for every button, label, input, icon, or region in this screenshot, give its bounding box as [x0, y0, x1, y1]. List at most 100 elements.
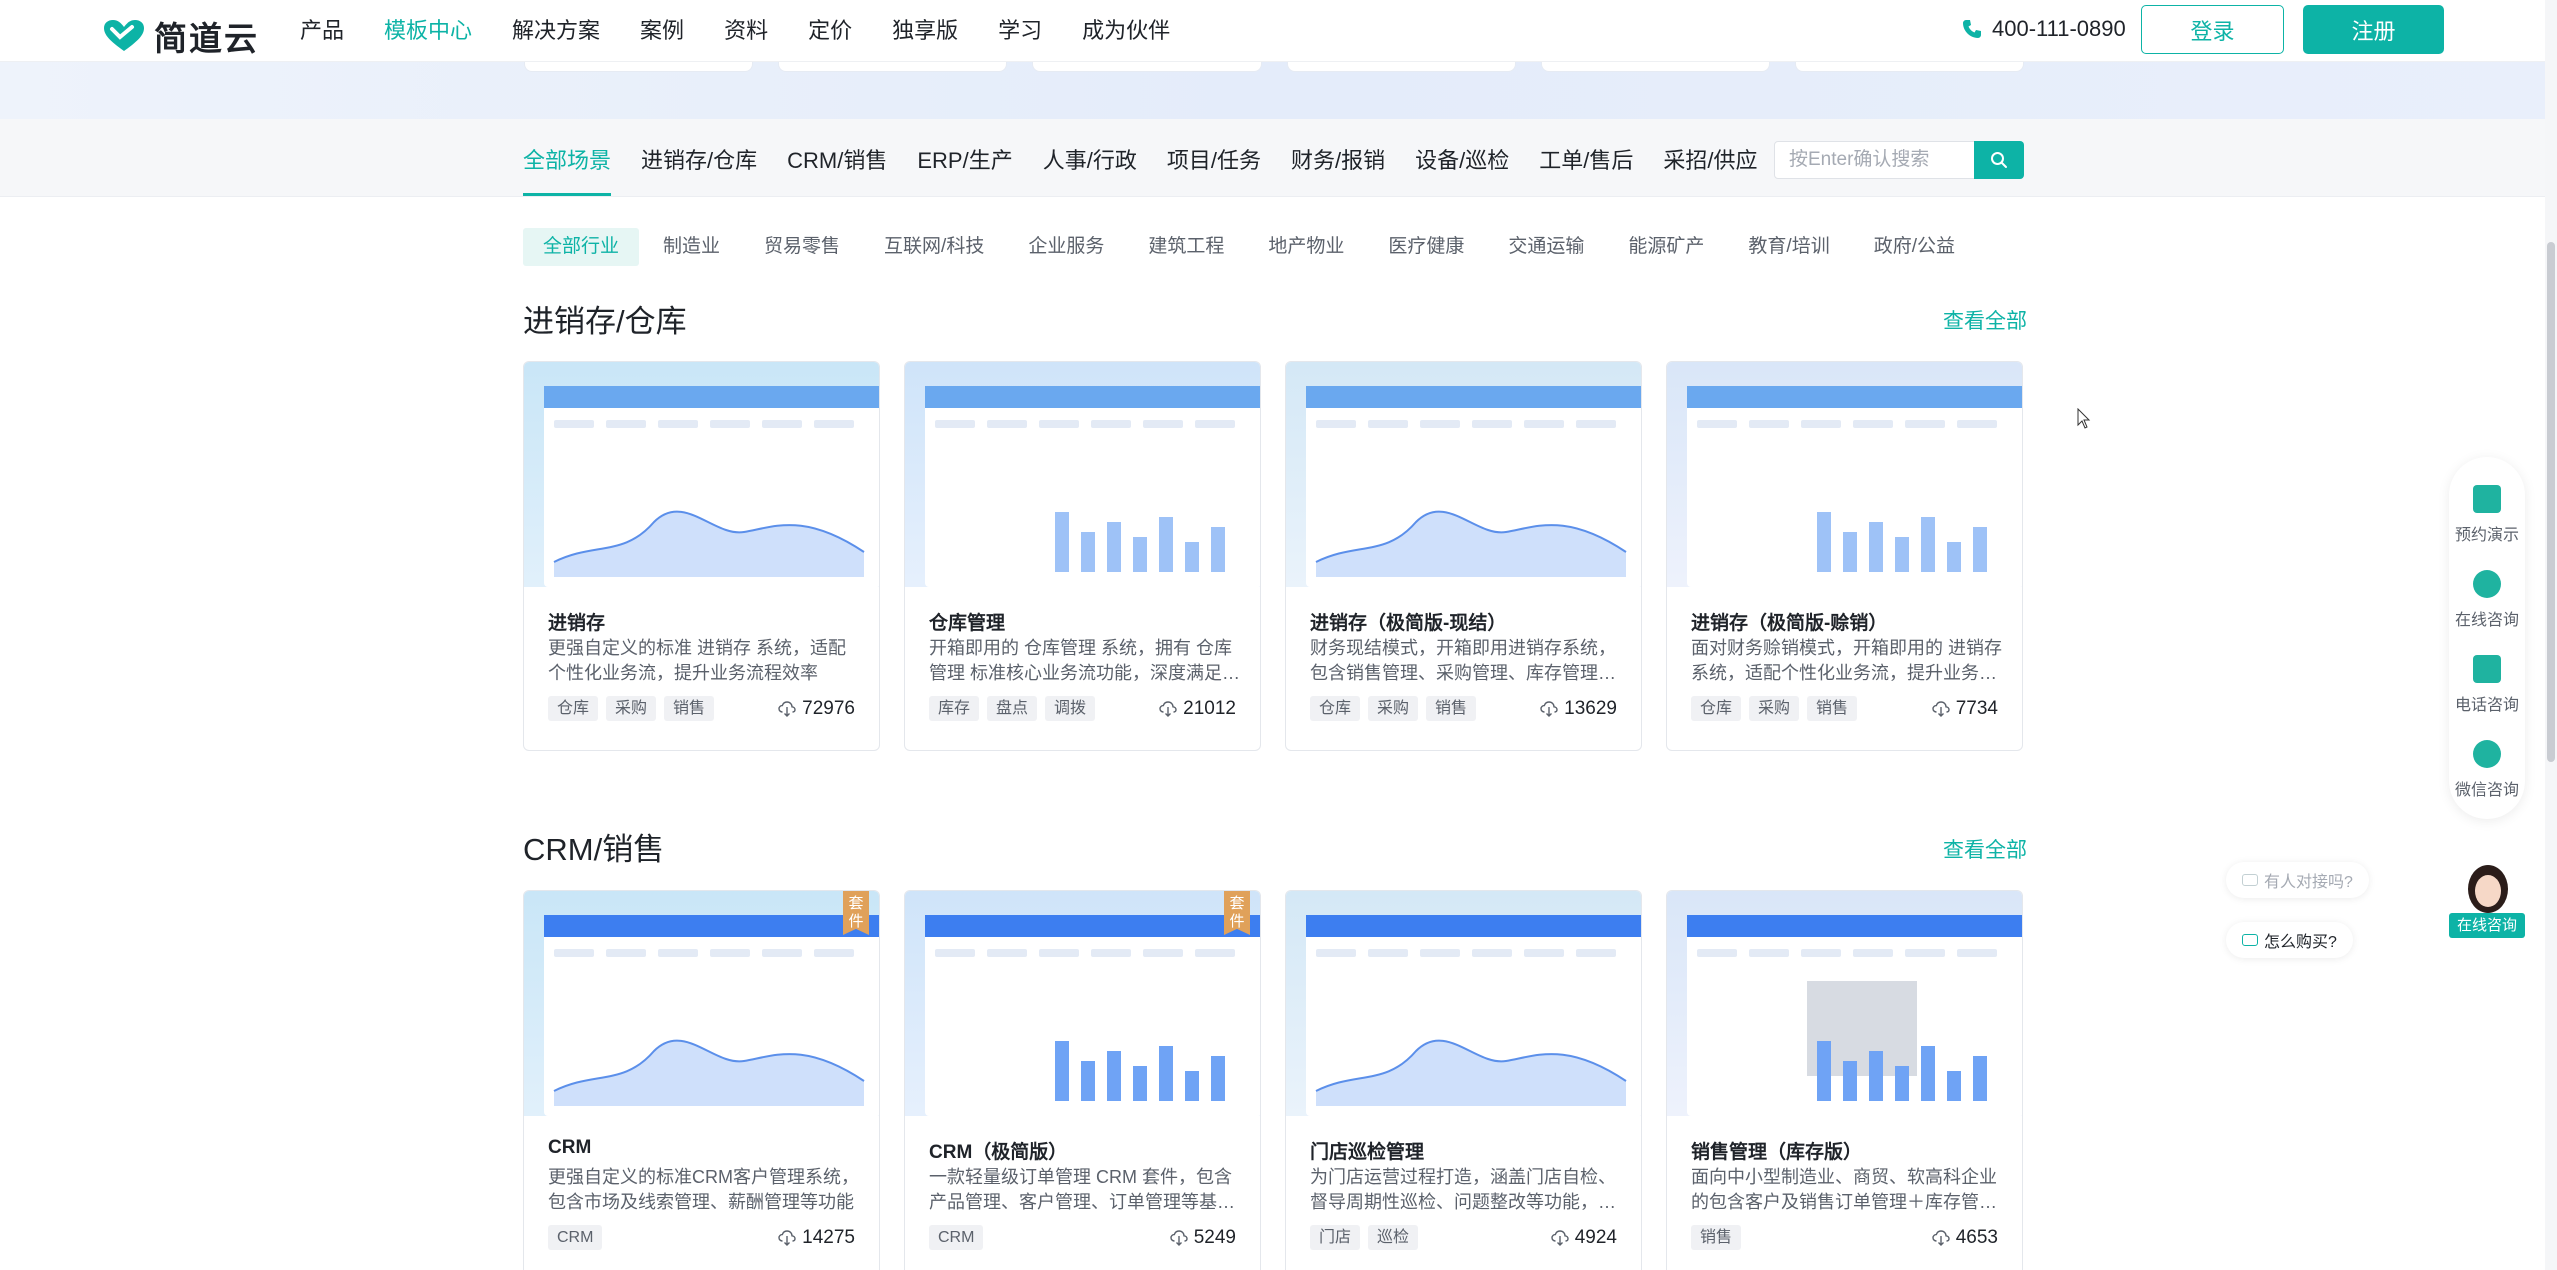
template-title: CRM（极简版）: [929, 1142, 1068, 1163]
cloud-download-icon: [1932, 701, 1950, 717]
book-demo-label: 预约演示: [2454, 527, 2519, 544]
search-input[interactable]: [1774, 141, 1975, 179]
industry-healthcare[interactable]: 医疗健康: [1368, 228, 1484, 266]
nav-item-partner[interactable]: 成为伙伴: [1082, 13, 1170, 45]
tab-procurement[interactable]: 采招/供应: [1663, 119, 1757, 197]
nav-item-cases[interactable]: 案例: [640, 13, 684, 45]
template-thumbnail: [1667, 362, 2022, 587]
template-title: 进销存（极简版-赊销）: [1691, 613, 1888, 634]
template-tag: 仓库: [1310, 696, 1361, 721]
tab-equipment[interactable]: 设备/巡检: [1415, 119, 1509, 197]
cloud-download-icon: [1551, 1230, 1569, 1246]
dashboard-preview-image: [544, 386, 879, 587]
wechat-consult[interactable]: 微信咨询: [2449, 740, 2525, 800]
view-all-crm[interactable]: 查看全部: [1943, 834, 2027, 864]
nav-item-resources[interactable]: 资料: [724, 13, 768, 45]
industry-real-estate[interactable]: 地产物业: [1248, 228, 1364, 266]
template-title: 销售管理（库存版）: [1691, 1142, 1863, 1163]
dashboard-preview-image: [1687, 386, 2022, 587]
online-consult[interactable]: 在线咨询: [2449, 570, 2525, 630]
nav-item-dedicated[interactable]: 独享版: [892, 13, 958, 45]
template-description: 更强自定义的标准 进销存 系统，适配个性化业务流，提升业务流程效率: [548, 638, 847, 683]
suite-badge: 套件: [1224, 891, 1250, 935]
phone-call-icon: [2473, 655, 2501, 683]
template-title: CRM: [548, 1137, 592, 1158]
template-card[interactable]: 套件 CRM（极简版） 一款轻量级订单管理 CRM 套件，包含产品管理、客户管理、订…: [904, 890, 1261, 1270]
login-button[interactable]: 登录: [2141, 5, 2284, 54]
tab-erp[interactable]: ERP/生产: [917, 119, 1012, 197]
avatar-online-label[interactable]: 在线咨询: [2449, 913, 2525, 938]
template-card[interactable]: 仓库管理 开箱即用的 仓库管理 系统，拥有 仓库管理 标准核心业务流功能，深度满足…: [904, 361, 1261, 751]
tab-hr[interactable]: 人事/行政: [1043, 119, 1137, 197]
industry-retail[interactable]: 贸易零售: [744, 228, 860, 266]
template-tags: CRM: [929, 1225, 984, 1250]
logo[interactable]: 简道云: [102, 12, 259, 60]
nav-item-learn[interactable]: 学习: [998, 13, 1042, 45]
tab-finance[interactable]: 财务/报销: [1291, 119, 1385, 197]
template-description: 为门店运营过程打造，涵盖门店自检、督导周期性巡检、问题整改等功能，实现闭环管理: [1310, 1167, 1616, 1212]
banner-card-edges: [524, 62, 2025, 74]
dashboard-preview-image: [1306, 915, 1641, 1116]
nav-item-solutions[interactable]: 解决方案: [512, 13, 600, 45]
template-thumbnail: [1286, 891, 1641, 1116]
industry-transportation[interactable]: 交通运输: [1488, 228, 1604, 266]
cloud-download-icon: [1159, 701, 1177, 717]
template-card[interactable]: 销售管理（库存版） 面向中小型制造业、商贸、软高科企业的包含客户及销售订单管理＋库…: [1666, 890, 2023, 1270]
register-button[interactable]: 注册: [2303, 5, 2444, 54]
template-tag: 销售: [664, 696, 715, 721]
mouse-cursor-icon: [2077, 408, 2091, 429]
suite-badge: 套件: [843, 891, 869, 935]
template-tag: CRM: [548, 1225, 603, 1250]
industry-government[interactable]: 政府/公益: [1854, 228, 1975, 266]
template-thumbnail: [905, 362, 1260, 587]
chat-icon: [2473, 570, 2501, 598]
chat-bubble-icon: [2242, 874, 2258, 886]
nav-item-templates[interactable]: 模板中心: [384, 13, 472, 45]
chat-prompt-how-to-buy[interactable]: 怎么购买?: [2226, 922, 2353, 958]
dashboard-preview-image: [1687, 915, 2022, 1116]
nav-item-pricing[interactable]: 定价: [808, 13, 852, 45]
template-thumbnail: [524, 362, 879, 587]
download-count: 21012: [1159, 698, 1236, 720]
view-all-inventory[interactable]: 查看全部: [1943, 305, 2027, 335]
book-demo[interactable]: 预约演示: [2449, 485, 2525, 545]
industry-enterprise-services[interactable]: 企业服务: [1008, 228, 1124, 266]
template-card[interactable]: 进销存 更强自定义的标准 进销存 系统，适配个性化业务流，提升业务流程效率 仓库 采购…: [523, 361, 880, 751]
nav-item-products[interactable]: 产品: [300, 13, 344, 45]
tab-inventory[interactable]: 进销存/仓库: [641, 119, 757, 197]
download-count-value: 7734: [1955, 698, 1998, 719]
phone-number: 400-111-0890: [1992, 16, 2126, 41]
template-tags: 仓库 采购 销售: [1310, 696, 1477, 721]
tab-all-scenes[interactable]: 全部场景: [523, 119, 612, 197]
tab-ticket[interactable]: 工单/售后: [1539, 119, 1633, 197]
search-button[interactable]: [1974, 141, 2024, 179]
template-tags: 库存 盘点 调拨: [929, 696, 1096, 721]
template-card[interactable]: 门店巡检管理为门店运营过程打造，涵盖门店自检、督导周期性巡检、问题整改等功能，实…: [1285, 890, 1642, 1270]
download-count: 7734: [1932, 698, 1998, 720]
industry-manufacturing[interactable]: 制造业: [643, 228, 740, 266]
phone-consult[interactable]: 电话咨询: [2449, 655, 2525, 715]
dashboard-preview-image: [925, 386, 1260, 587]
template-card[interactable]: 进销存（极简版-赊销） 面对财务赊销模式，开箱即用的 进销存系统，适配个性化业务流…: [1666, 361, 2023, 751]
tab-project[interactable]: 项目/任务: [1167, 119, 1261, 197]
template-title: 门店巡检管理: [1310, 1142, 1425, 1163]
template-card[interactable]: 套件 CRM 更强自定义的标准CRM客户管理系统，包含市场及线索管理、薪酬管理等功能…: [523, 890, 880, 1270]
download-count: 14275: [778, 1227, 855, 1249]
tab-crm[interactable]: CRM/销售: [787, 119, 887, 197]
industry-energy[interactable]: 能源矿产: [1608, 228, 1724, 266]
phone-consult-label: 电话咨询: [2454, 697, 2519, 714]
search-icon: [1991, 152, 2007, 168]
phone-contact[interactable]: 400-111-0890: [1962, 16, 2126, 42]
template-tags: 门店 巡检: [1310, 1225, 1419, 1250]
online-consult-label: 在线咨询: [2454, 612, 2519, 629]
page-scrollbar-thumb[interactable]: [2547, 242, 2555, 762]
template-card[interactable]: 进销存（极简版-现结） 财务现结模式，开箱即用进销存系统，包含销售管理、采购管理、…: [1285, 361, 1642, 751]
industry-construction[interactable]: 建筑工程: [1128, 228, 1244, 266]
industry-internet[interactable]: 互联网/科技: [864, 228, 1004, 266]
industry-all[interactable]: 全部行业: [523, 228, 640, 266]
industry-education[interactable]: 教育/培训: [1728, 228, 1849, 266]
chat-prompt-anyone[interactable]: 有人对接吗?: [2226, 862, 2369, 898]
template-title: 仓库管理: [929, 613, 1006, 634]
industry-filter: 全部行业 制造业 贸易零售 互联网/科技 企业服务 建筑工程 地产物业 医疗健康…: [523, 228, 1979, 266]
template-description: 财务现结模式，开箱即用进销存系统，包含销售管理、采购管理、库存管理等模块: [1310, 638, 1616, 683]
